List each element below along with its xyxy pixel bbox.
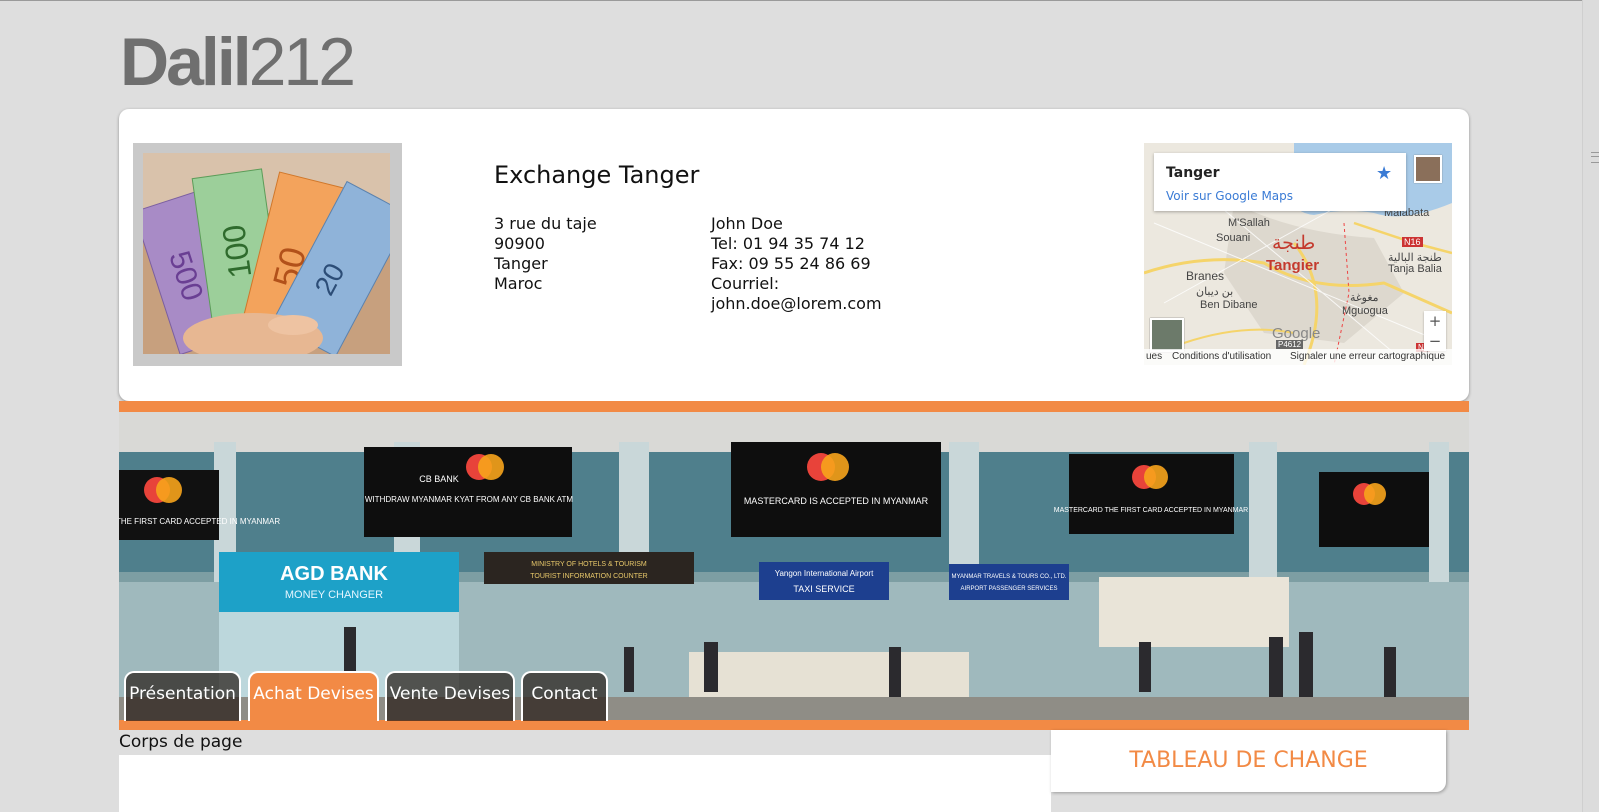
scrollbar-grip-icon[interactable] bbox=[1591, 152, 1599, 163]
address-line: 3 rue du taje bbox=[494, 214, 597, 233]
satellite-view-thumbnail[interactable] bbox=[1150, 318, 1184, 352]
map-label-souani: Souani bbox=[1216, 232, 1251, 244]
map-label-p4612: P4612 bbox=[1276, 340, 1304, 349]
tab-vente-devises[interactable]: Vente Devises bbox=[385, 671, 515, 721]
map-terms-link[interactable]: Conditions d'utilisation bbox=[1172, 351, 1271, 362]
business-card: 500 100 50 20 Exchange Tanger 3 rue du t… bbox=[119, 109, 1469, 401]
sign-mastercard-first: MASTERCARD THE FIRST CARD ACCEPTED IN MY… bbox=[1054, 507, 1248, 514]
sign-withdraw: WITHDRAW MYANMAR KYAT FROM ANY CB BANK A… bbox=[365, 495, 574, 504]
sign-mastercard-left: MASTERCARD THE FIRST CARD ACCEPTED IN MY… bbox=[119, 517, 280, 526]
contact-phone: Tel: 01 94 35 74 12 bbox=[711, 234, 865, 253]
exchange-table-panel: TABLEAU DE CHANGE bbox=[1051, 730, 1446, 792]
map-label-branes: Branes bbox=[1186, 269, 1225, 283]
sign-travels: MYANMAR TRAVELS & TOURS CO., LTD. bbox=[951, 574, 1066, 580]
page-top-border bbox=[0, 0, 1599, 1]
map-label-mguogua: Mguogua bbox=[1342, 305, 1388, 317]
banner-top-accent-bar bbox=[119, 401, 1469, 412]
zoom-in-button[interactable]: + bbox=[1424, 311, 1446, 331]
star-icon[interactable]: ★ bbox=[1376, 163, 1392, 184]
page-body-panel bbox=[119, 755, 1051, 812]
map-label-msallah: M'Sallah bbox=[1228, 217, 1270, 229]
site-logo[interactable]: Dalil212 bbox=[120, 22, 356, 102]
map-footer: ues Conditions d'utilisation Signaler un… bbox=[1144, 349, 1452, 365]
sign-agd-bank: AGD BANK bbox=[280, 563, 388, 585]
business-contact: John Doe Tel: 01 94 35 74 12 Fax: 09 55 … bbox=[711, 214, 882, 314]
banner-bottom-accent-bar bbox=[119, 720, 1469, 730]
sign-taxi: TAXI SERVICE bbox=[793, 584, 854, 594]
sign-airport: Yangon International Airport bbox=[775, 569, 874, 578]
map-label-arabic-bendibane: بن ديبان bbox=[1196, 286, 1234, 298]
tab-presentation[interactable]: Présentation bbox=[124, 671, 241, 721]
address-line: Tanger bbox=[494, 254, 548, 273]
map-data-credit[interactable]: ues bbox=[1146, 351, 1162, 362]
address-line: Maroc bbox=[494, 274, 543, 293]
contact-email-label: Courriel: bbox=[711, 274, 780, 293]
sign-ministry: MINISTRY OF HOTELS & TOURISM bbox=[531, 561, 647, 568]
address-line: 90900 bbox=[494, 234, 545, 253]
currency-banknotes-photo: 500 100 50 20 bbox=[143, 153, 390, 354]
tab-contact[interactable]: Contact bbox=[521, 671, 608, 721]
logo-light-text: 212 bbox=[248, 24, 356, 100]
view-on-google-maps-link[interactable]: Voir sur Google Maps bbox=[1166, 189, 1293, 203]
svg-text:100: 100 bbox=[215, 223, 258, 281]
business-address: 3 rue du taje 90900 Tanger Maroc bbox=[494, 214, 597, 294]
contact-email[interactable]: john.doe@lorem.com bbox=[711, 294, 882, 314]
page-body-text: Corps de page bbox=[119, 732, 243, 752]
vertical-scrollbar[interactable] bbox=[1582, 0, 1599, 812]
logo-bold-text: Dalil bbox=[120, 24, 252, 100]
map-place-title: Tanger bbox=[1166, 165, 1220, 181]
google-map[interactable]: Malabata M'Sallah Souani طنجة Tangier N1… bbox=[1144, 143, 1452, 365]
zoom-out-button[interactable]: − bbox=[1424, 331, 1446, 351]
map-label-tangier: Tangier bbox=[1266, 257, 1320, 274]
exchange-table-title: TABLEAU DE CHANGE bbox=[1129, 748, 1368, 773]
business-photo-frame: 500 100 50 20 bbox=[133, 143, 402, 366]
map-label-arabic-city: طنجة bbox=[1272, 233, 1316, 254]
map-label-tanja-balia: Tanja Balia bbox=[1388, 263, 1442, 275]
sign-passenger-services: AIRPORT PASSENGER SERVICES bbox=[961, 586, 1058, 592]
map-label-ben-dibane: Ben Dibane bbox=[1200, 299, 1258, 311]
map-label-arabic-mguogua: مغوغة bbox=[1350, 292, 1379, 304]
user-avatar[interactable] bbox=[1414, 155, 1442, 183]
sign-cb-bank: CB BANK bbox=[419, 474, 459, 484]
sign-tourist-info: TOURIST INFORMATION COUNTER bbox=[530, 573, 647, 580]
sign-mastercard-accepted: MASTERCARD IS ACCEPTED IN MYANMAR bbox=[744, 496, 929, 506]
map-zoom-control: + − bbox=[1424, 311, 1446, 351]
map-place-card: Tanger Voir sur Google Maps ★ bbox=[1154, 153, 1406, 211]
banknotes-illustration: 500 100 50 20 bbox=[143, 153, 390, 354]
sign-money-changer: MONEY CHANGER bbox=[285, 589, 383, 601]
business-title: Exchange Tanger bbox=[494, 161, 700, 189]
contact-fax: Fax: 09 55 24 86 69 bbox=[711, 254, 871, 273]
map-report-error-link[interactable]: Signaler une erreur cartographique bbox=[1290, 351, 1445, 362]
contact-name: John Doe bbox=[711, 214, 783, 233]
map-label-n16: N16 bbox=[1402, 237, 1423, 247]
tab-achat-devises[interactable]: Achat Devises bbox=[248, 671, 379, 721]
